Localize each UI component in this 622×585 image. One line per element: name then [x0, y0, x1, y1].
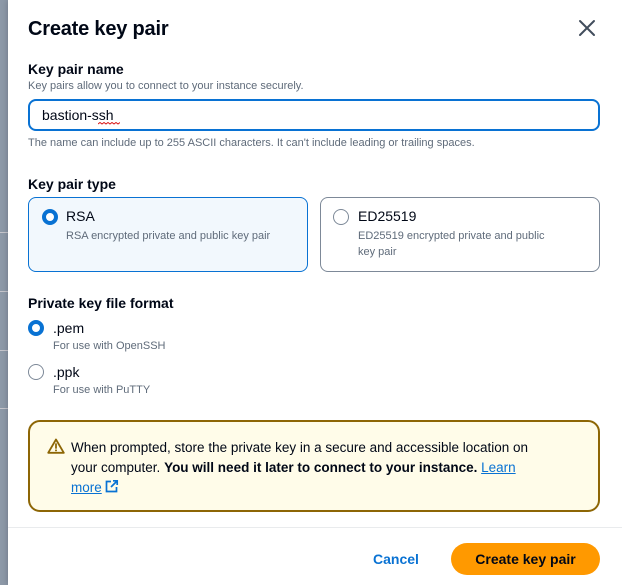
pem-description: For use with OpenSSH [53, 340, 166, 352]
ed25519-description-line2: key pair [358, 246, 397, 258]
close-icon [579, 19, 595, 36]
file-format-label: Private key file format [28, 295, 174, 311]
ed25519-label: ED25519 [358, 208, 417, 224]
ed25519-description-line1: ED25519 encrypted private and public [358, 230, 545, 242]
key-pair-name-constraint: The name can include up to 255 ASCII cha… [28, 137, 475, 149]
key-type-ed25519-tile[interactable]: ED25519 ED25519 encrypted private and pu… [320, 197, 600, 272]
ed25519-radio[interactable] [333, 209, 349, 225]
modal-header: Create key pair [28, 16, 602, 46]
key-pair-name-input[interactable] [28, 99, 600, 131]
create-key-pair-button[interactable]: Create key pair [451, 543, 600, 575]
spellcheck-underline [98, 122, 120, 125]
key-pair-name-description: Key pairs allow you to connect to your i… [28, 80, 304, 92]
ppk-radio[interactable] [28, 364, 44, 380]
pem-label: .pem [53, 320, 85, 336]
warning-alert: When prompted, store the private key in … [28, 420, 600, 512]
ppk-description: For use with PuTTY [53, 384, 151, 396]
format-pem-option[interactable]: .pem For use with OpenSSH [28, 320, 328, 356]
close-button[interactable] [574, 16, 600, 42]
modal-title: Create key pair [28, 18, 169, 40]
pem-radio[interactable] [28, 320, 44, 336]
key-pair-type-label: Key pair type [28, 176, 116, 192]
external-link-icon[interactable] [104, 479, 119, 494]
warning-text-bold: You will need it later to connect to you… [164, 460, 478, 475]
format-ppk-option[interactable]: .ppk For use with PuTTY [28, 364, 328, 400]
ppk-label: .ppk [53, 364, 80, 380]
key-type-rsa-tile[interactable]: RSA RSA encrypted private and public key… [28, 197, 308, 272]
warning-icon [47, 438, 65, 454]
cancel-button[interactable]: Cancel [360, 543, 432, 575]
create-key-pair-modal: Create key pair Key pair name Key pairs … [8, 0, 622, 585]
warning-text-line1: When prompted, store the private key in … [71, 440, 529, 455]
warning-message: When prompted, store the private key in … [71, 438, 571, 498]
rsa-description: RSA encrypted private and public key pai… [66, 230, 271, 242]
rsa-radio[interactable] [42, 209, 58, 225]
footer-divider [8, 527, 622, 528]
rsa-label: RSA [66, 208, 95, 224]
key-pair-name-label: Key pair name [28, 61, 124, 77]
warning-text-plain: your computer. [71, 460, 161, 475]
